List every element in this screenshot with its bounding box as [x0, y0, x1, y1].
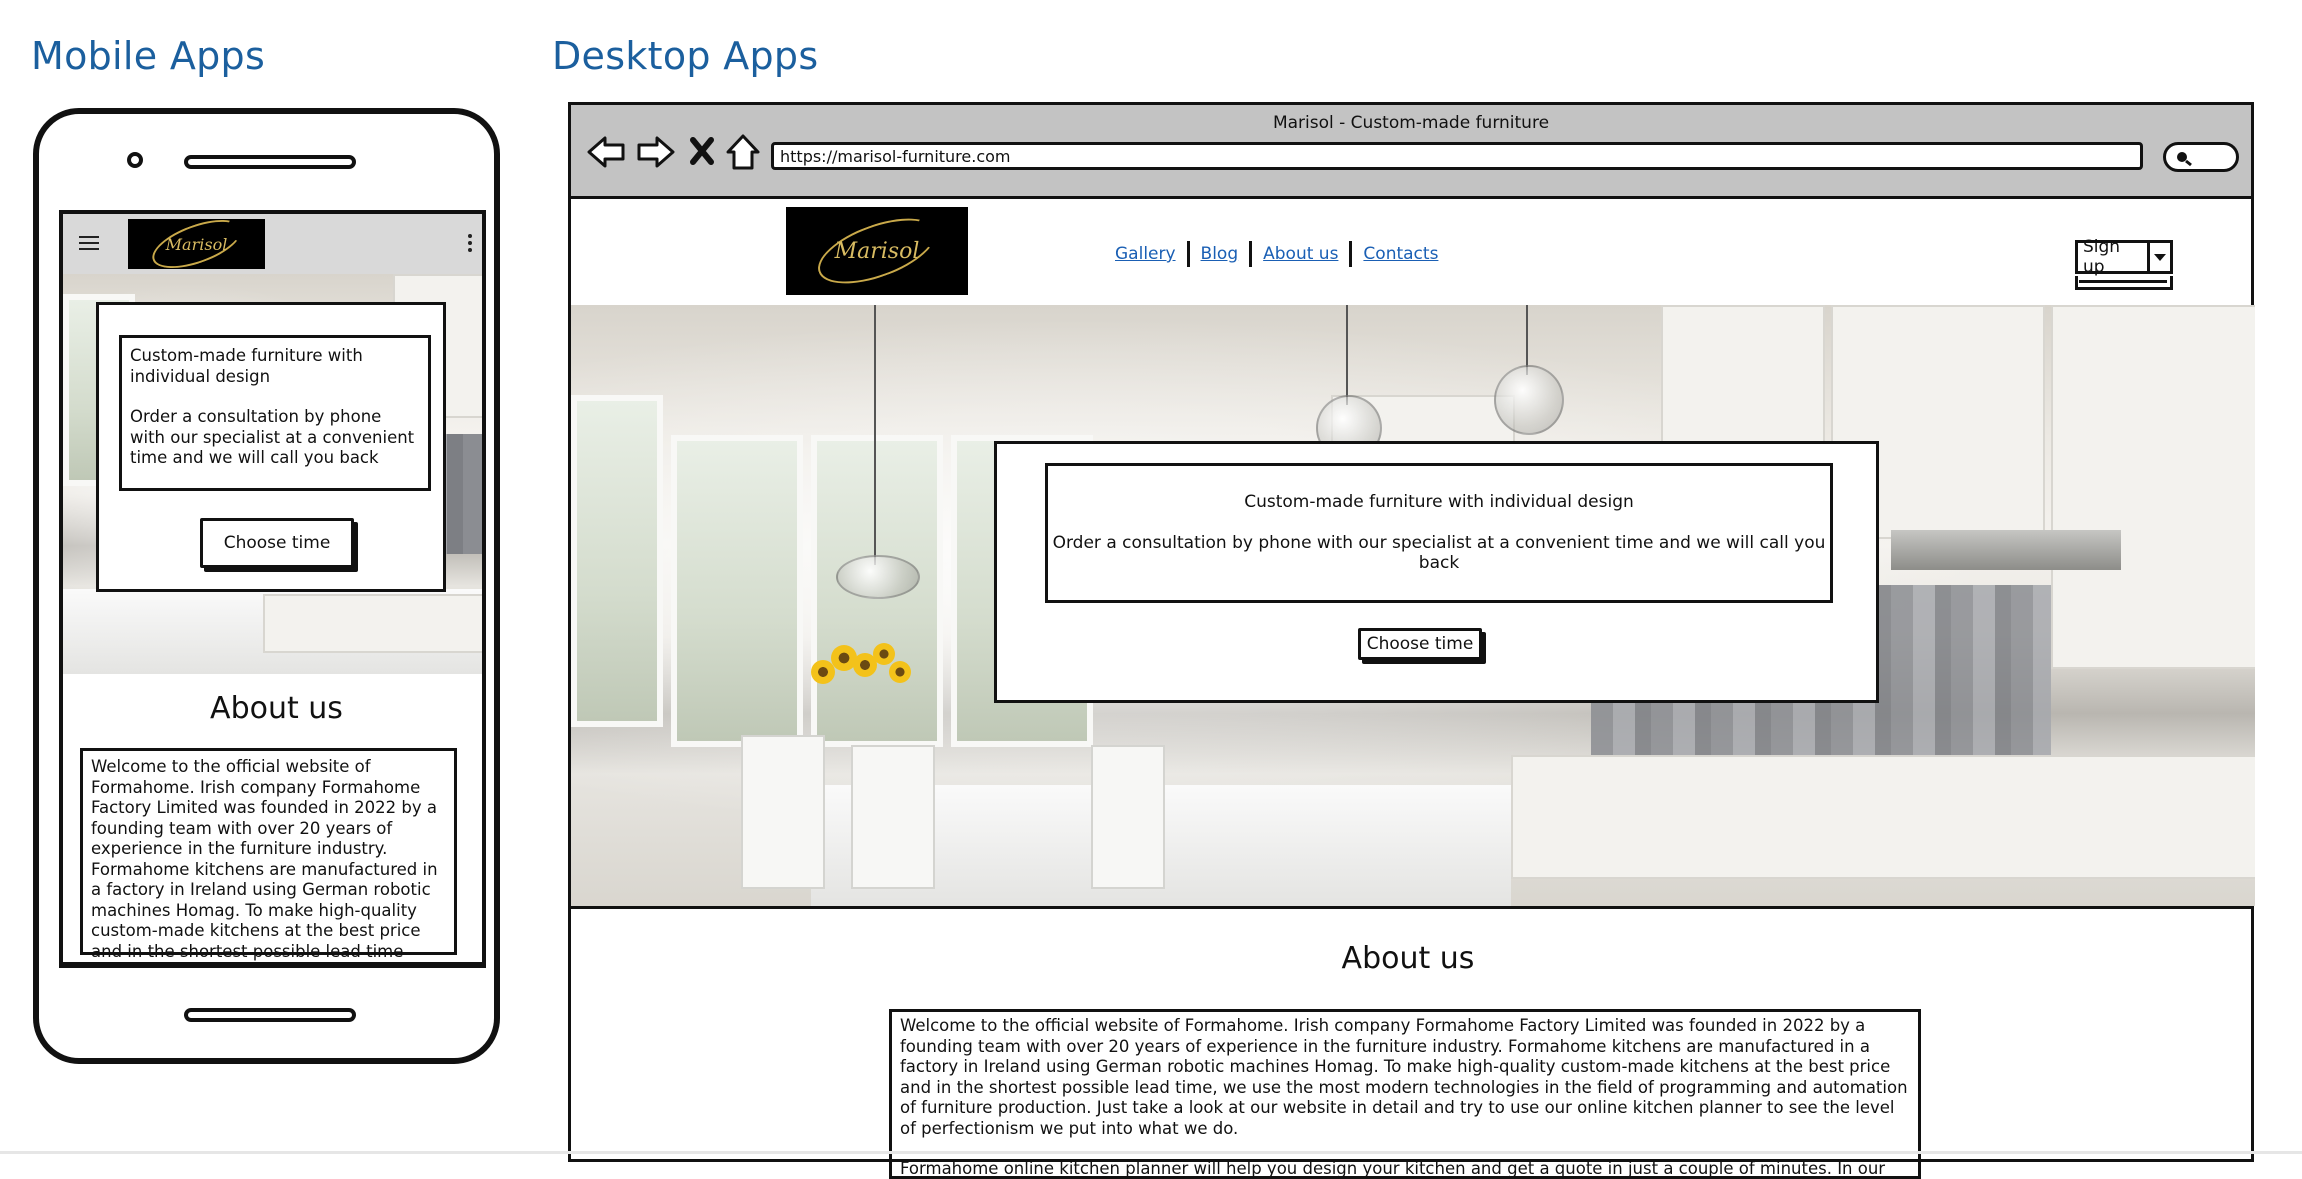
kebab-menu-icon[interactable]: [468, 231, 472, 255]
mobile-choose-time-button[interactable]: Choose time: [200, 518, 354, 568]
hero-divider: [571, 906, 2251, 909]
desktop-hero-text: Order a consultation by phone with our s…: [1052, 533, 1826, 573]
nav-contacts[interactable]: Contacts: [1363, 244, 1438, 264]
desktop-about-paragraph-1: Welcome to the official website of Forma…: [900, 1016, 1908, 1138]
forward-arrow-icon[interactable]: [635, 134, 675, 170]
logo-wordmark: Marisol: [165, 234, 228, 254]
caret-down-icon: [2154, 254, 2166, 261]
desktop-logo-wordmark: Marisol: [834, 238, 920, 264]
mobile-hero-title: Custom-made furniture with individual de…: [130, 346, 363, 386]
nav-separator: [1349, 241, 1353, 267]
desktop-logo[interactable]: Marisol: [786, 207, 968, 295]
phone-frame: Marisol Custom-made furniture with indiv…: [33, 108, 500, 1064]
browser-search-button[interactable]: [2163, 142, 2239, 172]
home-bar[interactable]: [184, 1008, 356, 1022]
desktop-hero-card: Custom-made furniture with individual de…: [994, 441, 1879, 703]
nav-gallery[interactable]: Gallery: [1115, 244, 1176, 264]
mobile-about-heading: About us: [210, 691, 343, 726]
nav-separator: [1186, 241, 1190, 267]
stop-icon[interactable]: [689, 137, 715, 165]
mobile-toolbar: Marisol: [63, 214, 482, 274]
mobile-hero-card: Custom-made furniture with individual de…: [96, 302, 446, 592]
screen-bottom-edge: [63, 962, 482, 964]
browser-window: Marisol - Custom-made furniture https://…: [568, 102, 2255, 1179]
signup-label: Sign up: [2083, 237, 2121, 277]
mobile-about-box: Welcome to the official website of Forma…: [80, 748, 457, 961]
mobile-apps-heading: Mobile Apps: [31, 34, 266, 78]
desktop-hero-title: Custom-made furniture with individual de…: [1244, 492, 1634, 512]
nav-about-us[interactable]: About us: [1263, 244, 1338, 264]
url-text: https://marisol-furniture.com: [780, 146, 1011, 166]
desktop-hero-textbox: Custom-made furniture with individual de…: [1045, 463, 1833, 603]
home-icon[interactable]: [725, 133, 761, 171]
mobile-hero-text: Order a consultation by phone with our s…: [130, 407, 415, 467]
search-icon: [2177, 152, 2192, 167]
desktop-choose-time-button[interactable]: Choose time: [1358, 628, 1482, 660]
mobile-hero-textbox: Custom-made furniture with individual de…: [119, 335, 431, 491]
desktop-about-paragraph-2: Formahome online kitchen planner will he…: [900, 1159, 1886, 1178]
nav-separator: [1249, 241, 1253, 267]
back-arrow-icon[interactable]: [587, 134, 627, 170]
signup-dropdown[interactable]: Sign up: [2075, 237, 2173, 294]
speaker-slot: [184, 155, 356, 169]
phone-screen: Marisol Custom-made furniture with indiv…: [59, 210, 486, 968]
mobile-logo[interactable]: Marisol: [128, 219, 265, 269]
mobile-about-text: Welcome to the official website of Forma…: [91, 757, 438, 961]
url-input[interactable]: https://marisol-furniture.com: [771, 142, 2143, 170]
browser-chrome: Marisol - Custom-made furniture https://…: [571, 105, 2251, 199]
desktop-apps-heading: Desktop Apps: [552, 34, 819, 78]
camera-dot: [127, 152, 143, 168]
hamburger-menu-icon[interactable]: [79, 232, 99, 254]
nav-blog[interactable]: Blog: [1201, 244, 1239, 264]
site-nav: Gallery Blog About us Contacts: [1115, 241, 1438, 267]
desktop-about-heading: About us: [1341, 941, 1475, 976]
window-title: Marisol - Custom-made furniture: [1272, 113, 1550, 133]
